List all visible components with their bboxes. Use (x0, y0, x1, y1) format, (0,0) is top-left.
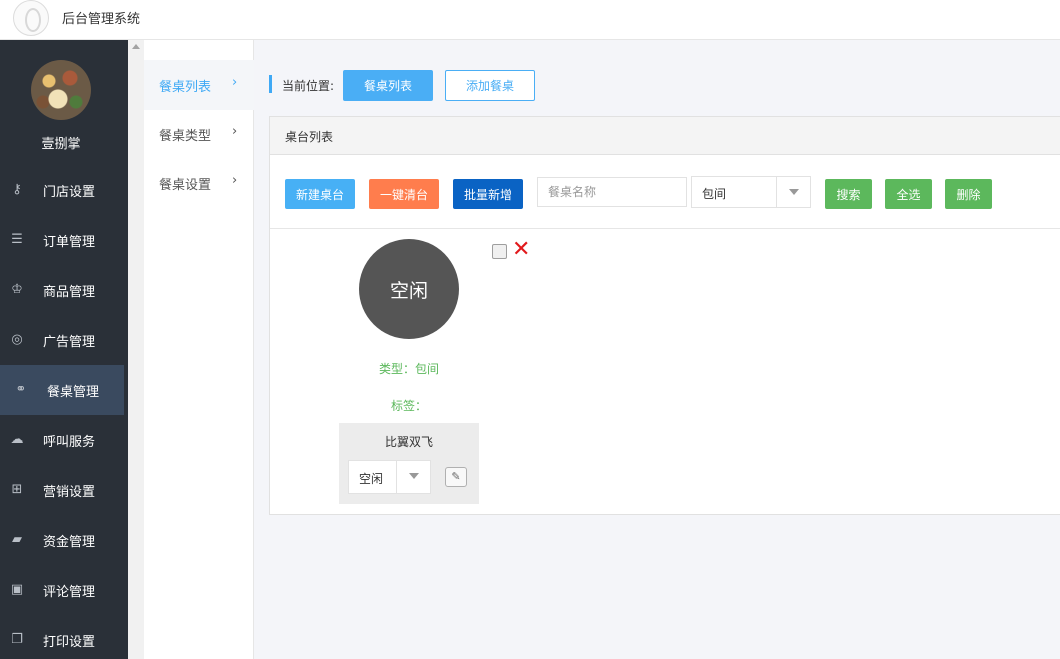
sidebar-item-finance[interactable]: ▰ 资金管理 (0, 515, 124, 565)
table-name: 比翼双飞 (384, 435, 433, 449)
sidebar: 壹捌掌 ⚷ 门店设置 ☰ 订单管理 ♔ 商品管理 ◎ 广告管理 ⚭ 餐桌管理 ☁… (0, 40, 128, 659)
table-name-search-input[interactable]: 餐桌名称 (537, 177, 687, 207)
table-tag-line: 标签： (390, 399, 427, 413)
top-bar: 后台管理系统 (0, 0, 1060, 40)
table-status-select[interactable]: 空闲 (348, 460, 431, 494)
sidebar-item-ads[interactable]: ◎ 广告管理 (0, 315, 124, 365)
table-status-select-value: 空闲 (359, 472, 384, 486)
sidebar-item-label: 广告管理 (43, 335, 96, 350)
sidebar-item-tables[interactable]: ⚭ 餐桌管理 (0, 365, 124, 415)
sidebar-item-label: 打印设置 (43, 635, 96, 650)
table-status-label: 空闲 (389, 280, 428, 302)
key-icon: ⚷ (12, 182, 22, 197)
sidebar-item-label: 呼叫服务 (43, 435, 96, 450)
sidebar-item-label: 商品管理 (43, 285, 96, 300)
subnav-item-label: 餐桌列表 (159, 80, 212, 95)
subnav-item-table-types[interactable]: 餐桌类型 › (144, 109, 254, 159)
breadcrumb-marker (269, 75, 272, 93)
sidebar-item-store-settings[interactable]: ⚷ 门店设置 (0, 165, 124, 215)
cloud-icon: ☁ (10, 432, 24, 447)
chevron-right-icon: › (232, 75, 238, 90)
table-type-line: 类型：包间 (378, 362, 439, 376)
logo-icon (13, 0, 49, 36)
toolbar-divider (270, 228, 1060, 229)
select-all-button[interactable]: 全选 (885, 179, 932, 209)
sidebar-item-call-service[interactable]: ☁ 呼叫服务 (0, 415, 124, 465)
sidebar-item-products[interactable]: ♔ 商品管理 (0, 265, 124, 315)
sidebar-item-label: 评论管理 (43, 585, 96, 600)
sidebar-item-reviews[interactable]: ▣ 评论管理 (0, 565, 124, 615)
sidebar-item-orders[interactable]: ☰ 订单管理 (0, 215, 124, 265)
table-card-footer: 比翼双飞 空闲 ✎ (339, 423, 479, 504)
username: 壹捌掌 (41, 137, 81, 152)
lifebuoy-icon: ◎ (11, 332, 23, 347)
sub-navigation: 餐桌列表 › 餐桌类型 › 餐桌设置 › (144, 40, 254, 659)
edit-pencil-icon[interactable]: ✎ (445, 467, 467, 487)
chevron-down-icon[interactable] (396, 461, 430, 493)
copy-icon: ❐ (11, 632, 23, 647)
list-icon: ☰ (11, 232, 23, 247)
panel-header: 桌台列表 (270, 117, 1060, 155)
subnav-item-label: 餐桌类型 (159, 129, 212, 144)
new-table-button[interactable]: 新建桌台 (285, 179, 355, 209)
tab-add-table[interactable]: 添加餐桌 (445, 70, 535, 101)
sidebar-item-label: 订单管理 (43, 235, 96, 250)
chevron-right-icon: › (232, 173, 238, 188)
sidebar-item-print[interactable]: ❐ 打印设置 (0, 615, 124, 659)
sidebar-item-label: 营销设置 (43, 485, 96, 500)
table-type-select[interactable]: 包间 (691, 176, 811, 208)
sidebar-scrollbar[interactable] (128, 40, 144, 659)
subnav-item-label: 餐桌设置 (159, 178, 212, 193)
app-title: 后台管理系统 (62, 12, 141, 27)
chevron-down-icon[interactable] (776, 177, 810, 207)
search-button[interactable]: 搜索 (825, 179, 872, 209)
table-select-checkbox[interactable] (492, 244, 507, 259)
tab-table-list[interactable]: 餐桌列表 (343, 70, 433, 101)
chevron-right-icon: › (232, 124, 238, 139)
sidebar-item-label: 门店设置 (43, 185, 96, 200)
binoculars-icon: ⚭ (15, 382, 27, 397)
sidebar-item-marketing[interactable]: ⊞ 营销设置 (0, 465, 124, 515)
table-type-select-value: 包间 (702, 187, 727, 201)
sidebar-item-label: 餐桌管理 (47, 385, 100, 400)
panel-title: 桌台列表 (285, 130, 334, 144)
batch-add-button[interactable]: 批量新增 (453, 179, 523, 209)
subnav-item-table-list[interactable]: 餐桌列表 › (144, 60, 254, 110)
scroll-up-arrow-icon[interactable] (132, 44, 140, 49)
gift-icon: ⊞ (11, 482, 23, 497)
avatar[interactable] (31, 60, 91, 120)
money-icon: ▣ (10, 582, 24, 597)
subnav-item-table-settings[interactable]: 餐桌设置 › (144, 158, 254, 208)
breadcrumb-label: 当前位置: (282, 79, 335, 93)
clear-all-tables-button[interactable]: 一键清台 (369, 179, 439, 209)
trophy-icon: ♔ (11, 282, 23, 297)
sidebar-item-label: 资金管理 (43, 535, 96, 550)
delete-button[interactable]: 删除 (945, 179, 992, 209)
table-status-circle[interactable]: 空闲 (359, 239, 459, 339)
book-icon: ▰ (12, 532, 22, 547)
delete-table-icon[interactable]: ✕ (512, 238, 530, 262)
